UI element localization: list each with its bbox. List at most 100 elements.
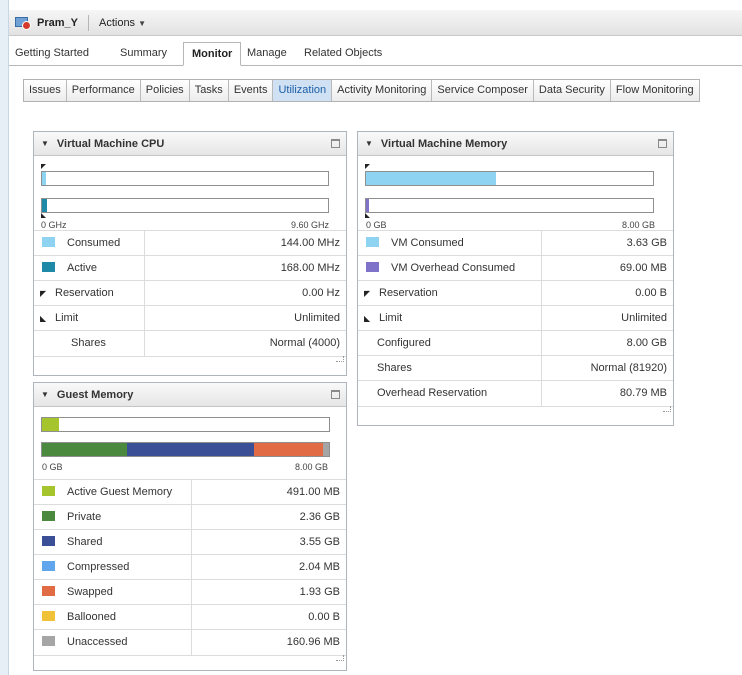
row-value: 3.55 GB xyxy=(190,529,346,555)
actions-label: Actions xyxy=(98,16,136,29)
row-label: Private xyxy=(67,511,102,523)
maximize-icon[interactable] xyxy=(331,139,340,148)
collapse-triangle-icon[interactable]: ▼ xyxy=(365,139,373,148)
vm-consumed-fill xyxy=(366,172,497,185)
table-row: VM Consumed 3.63 GB xyxy=(358,230,673,256)
row-label: Unaccessed xyxy=(67,636,128,649)
panel-footer xyxy=(34,654,346,662)
vm-memory-chart: 0 GB 8.00 GB xyxy=(358,156,673,230)
subtab-data-security[interactable]: Data Security xyxy=(534,80,611,101)
limit-marker-icon: ◣ xyxy=(364,314,371,323)
vm-memory-panel: ▼ Virtual Machine Memory 0 GB 8.00 GB VM… xyxy=(357,131,674,426)
consumed-swatch xyxy=(42,237,55,247)
reservation-marker-icon: ◤ xyxy=(40,289,47,298)
guest-memory-panel-title: Guest Memory xyxy=(56,388,134,401)
row-label: VM Consumed xyxy=(391,237,464,249)
vm-name: Pram_Y xyxy=(37,16,78,29)
vm-memory-panel-header[interactable]: ▼ Virtual Machine Memory xyxy=(358,132,673,156)
subtab-policies[interactable]: Policies xyxy=(141,80,190,101)
chevron-down-icon: ▼ xyxy=(138,18,146,28)
guest-memory-chart: 0 GB 8.00 GB xyxy=(34,407,346,479)
cpu-panel-title: Virtual Machine CPU xyxy=(56,137,165,150)
row-label: Compressed xyxy=(67,561,130,573)
guest-memory-axis-max: 8.00 GB xyxy=(294,462,328,472)
vm-memory-axis-max: 8.00 GB xyxy=(621,220,655,230)
tab-monitor[interactable]: Monitor xyxy=(183,42,242,66)
unaccessed-segment xyxy=(323,443,329,456)
vm-overhead-swatch xyxy=(366,262,379,272)
subtab-events[interactable]: Events xyxy=(229,80,274,101)
object-header: Pram_Y Actions ▼ xyxy=(9,10,742,36)
resize-grip-icon[interactable] xyxy=(336,654,344,661)
subtab-issues[interactable]: Issues xyxy=(24,80,67,101)
tab-getting-started[interactable]: Getting Started xyxy=(15,42,89,66)
row-value: 2.04 MB xyxy=(190,554,346,580)
row-label: Shares xyxy=(377,362,412,374)
table-row: Private 2.36 GB xyxy=(34,504,346,530)
row-label: Overhead Reservation xyxy=(377,387,488,400)
tab-manage[interactable]: Manage xyxy=(247,42,287,66)
row-label: Limit xyxy=(55,312,79,324)
row-label: Active xyxy=(67,262,97,274)
subtab-service-composer[interactable]: Service Composer xyxy=(432,80,534,101)
active-guest-bar xyxy=(41,417,330,432)
unaccessed-swatch xyxy=(42,636,55,647)
row-value: 80.79 MB xyxy=(540,380,673,406)
collapse-triangle-icon[interactable]: ▼ xyxy=(41,139,49,148)
row-label: Shares xyxy=(71,337,106,350)
vm-overhead-fill xyxy=(366,199,369,212)
ballooned-swatch xyxy=(42,611,55,621)
row-value: 0.00 B xyxy=(190,604,346,630)
row-label: Configured xyxy=(377,337,431,349)
table-row: Shared 3.55 GB xyxy=(34,529,346,555)
cpu-chart: 0 GHz 9.60 GHz xyxy=(34,156,346,230)
row-label: Swapped xyxy=(67,586,113,598)
tab-summary[interactable]: Summary xyxy=(120,42,167,66)
row-value: 2.36 GB xyxy=(190,504,346,530)
reservation-marker-icon: ◤ xyxy=(364,289,371,298)
table-row: ◣ Limit Unlimited xyxy=(34,305,346,331)
tab-related-objects[interactable]: Related Objects xyxy=(304,42,382,66)
resize-grip-icon[interactable] xyxy=(663,405,671,412)
table-row: Swapped 1.93 GB xyxy=(34,579,346,605)
table-row: Configured 8.00 GB xyxy=(358,330,673,356)
maximize-icon[interactable] xyxy=(331,390,340,399)
row-value: 160.96 MB xyxy=(190,629,346,655)
active-swatch xyxy=(42,262,55,272)
cpu-consumed-fill xyxy=(42,172,47,185)
actions-menu[interactable]: Actions ▼ xyxy=(99,17,146,29)
subtab-performance[interactable]: Performance xyxy=(67,80,141,101)
guest-memory-panel-header[interactable]: ▼ Guest Memory xyxy=(34,383,346,407)
table-row: Active Guest Memory 491.00 MB xyxy=(34,479,346,505)
left-border xyxy=(0,0,9,675)
compressed-swatch xyxy=(42,561,55,571)
shared-swatch xyxy=(42,536,55,546)
table-row: ◣ Limit Unlimited xyxy=(358,305,673,331)
swapped-segment xyxy=(254,443,324,456)
subtab-activity-monitoring[interactable]: Activity Monitoring xyxy=(332,80,433,101)
row-label: Reservation xyxy=(55,287,114,299)
row-value: 1.93 GB xyxy=(190,579,346,605)
subtab-flow-monitoring[interactable]: Flow Monitoring xyxy=(611,80,699,101)
subtab-utilization[interactable]: Utilization xyxy=(273,80,333,101)
row-value: 8.00 GB xyxy=(540,330,673,356)
collapse-triangle-icon[interactable]: ▼ xyxy=(41,390,49,399)
table-row: Ballooned 0.00 B xyxy=(34,604,346,630)
cpu-axis-max: 9.60 GHz xyxy=(290,220,329,230)
cpu-table: Consumed 144.00 MHz Active 168.00 MHz ◤ R… xyxy=(34,230,346,356)
row-label: VM Overhead Consumed xyxy=(391,262,516,274)
monitor-subtabs: Issues Performance Policies Tasks Events… xyxy=(23,79,700,102)
guest-memory-stacked-bar xyxy=(41,442,330,457)
table-row: Consumed 144.00 MHz xyxy=(34,230,346,256)
vm-memory-table: VM Consumed 3.63 GB VM Overhead Consumed… xyxy=(358,230,673,406)
cpu-panel-header[interactable]: ▼ Virtual Machine CPU xyxy=(34,132,346,156)
row-value: Unlimited xyxy=(143,305,346,331)
active-guest-fill xyxy=(42,418,60,431)
resize-grip-icon[interactable] xyxy=(336,355,344,362)
row-value: Normal (4000) xyxy=(143,330,346,356)
subtab-tasks[interactable]: Tasks xyxy=(190,80,229,101)
cpu-active-bar xyxy=(41,198,329,213)
cpu-panel: ▼ Virtual Machine CPU 0 GHz 9.60 GHz Con… xyxy=(33,131,347,376)
guest-memory-table: Active Guest Memory 491.00 MB Private 2.… xyxy=(34,479,346,655)
maximize-icon[interactable] xyxy=(658,139,667,148)
